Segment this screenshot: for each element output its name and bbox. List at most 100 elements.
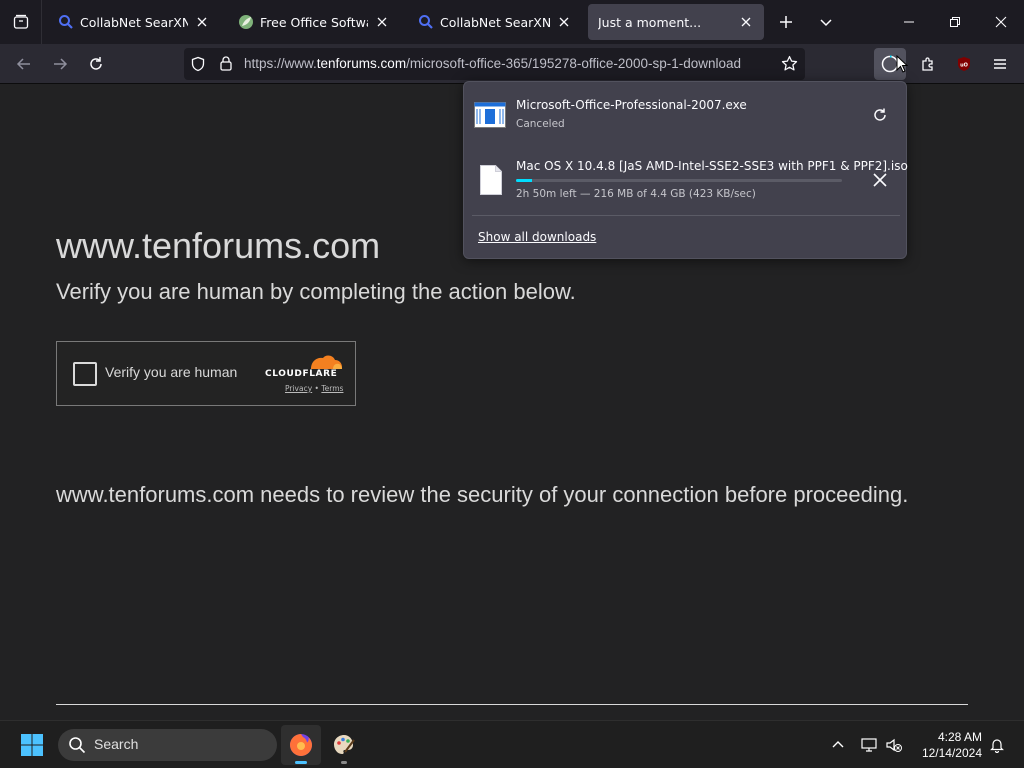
search-icon	[418, 14, 434, 30]
menu-button[interactable]	[984, 48, 1016, 80]
active-app-indicator	[295, 761, 307, 764]
hamburger-menu-icon	[994, 59, 1006, 69]
open-app-indicator	[341, 761, 347, 764]
security-review-message: www.tenforums.com needs to review the se…	[56, 482, 909, 507]
cancel-download-button[interactable]	[864, 164, 896, 196]
list-tabs-button[interactable]	[808, 4, 844, 40]
reload-button[interactable]	[80, 48, 112, 80]
tab-just-a-moment[interactable]: Just a moment...	[588, 4, 764, 40]
verify-instructions: Verify you are human by completing the a…	[56, 279, 576, 304]
taskbar-clock[interactable]: 4:28 AM 12/14/2024	[906, 729, 982, 761]
search-icon	[68, 736, 86, 758]
captcha-label: Verify you are human	[105, 364, 238, 380]
mouse-cursor-icon	[896, 55, 908, 73]
url-path: /microsoft-office-365/195278-office-2000…	[406, 56, 742, 71]
cloudflare-captcha-widget: Verify you are human CLOUDFLARE Privacy …	[56, 341, 356, 406]
windows-logo-icon	[21, 734, 43, 756]
url-bar[interactable]: https://www.tenforums.com/microsoft-offi…	[184, 48, 805, 80]
chevron-up-icon	[832, 741, 844, 748]
download-filename: Mac OS X 10.4.8 [JaS AMD-Intel-SSE2-SSE3…	[516, 159, 908, 173]
ublock-icon: uO	[958, 57, 970, 71]
volume-tray-button[interactable]	[882, 733, 906, 757]
cancel-icon	[873, 173, 887, 187]
paint-palette-icon	[334, 735, 355, 754]
download-progress-bar	[516, 179, 842, 182]
clock-date: 12/14/2024	[921, 746, 982, 760]
url-prefix: https://www.	[244, 56, 317, 71]
shield-icon[interactable]	[190, 56, 206, 76]
retry-icon	[874, 108, 886, 121]
panel-divider	[472, 215, 900, 216]
back-button[interactable]	[8, 48, 40, 80]
verify-checkbox[interactable]	[73, 362, 97, 386]
cloudflare-wordmark: CLOUDFLARE	[265, 369, 338, 379]
network-tray-button[interactable]	[858, 733, 882, 757]
generic-file-icon	[480, 165, 502, 199]
list-all-tabs-button[interactable]	[0, 0, 42, 44]
download-status: Canceled	[516, 118, 565, 130]
speaker-muted-icon	[886, 738, 902, 752]
notifications-button[interactable]	[985, 733, 1009, 757]
exe-file-icon	[474, 102, 506, 132]
tab-searxng-1[interactable]: CollabNet SearXNG	[48, 4, 220, 40]
start-button[interactable]	[12, 725, 52, 765]
bookmark-star-icon[interactable]	[781, 55, 798, 76]
navigation-toolbar: https://www.tenforums.com/microsoft-offi…	[0, 44, 1024, 84]
link-separator: •	[314, 384, 319, 393]
minimize-icon	[904, 21, 914, 23]
privacy-link[interactable]: Privacy	[285, 384, 312, 393]
arrow-right-icon	[54, 58, 68, 70]
lock-icon[interactable]	[218, 55, 234, 75]
close-tab-icon[interactable]	[374, 14, 390, 30]
taskbar-paint[interactable]	[324, 725, 364, 765]
tab-title: CollabNet SearXNG	[80, 14, 188, 30]
restore-button[interactable]	[932, 0, 978, 44]
url-text[interactable]: https://www.tenforums.com/microsoft-offi…	[244, 48, 774, 80]
restore-icon	[950, 17, 960, 27]
taskbar-search[interactable]: Search	[58, 729, 277, 761]
show-hidden-icons-button[interactable]	[826, 733, 850, 757]
tab-manager-icon	[13, 14, 28, 29]
tab-title: Just a moment...	[598, 14, 702, 30]
downloads-panel: Microsoft-Office-Professional-2007.exe C…	[463, 81, 908, 259]
tab-free-office[interactable]: Free Office Software - I	[228, 4, 400, 40]
terms-link[interactable]: Terms	[321, 384, 343, 393]
bell-icon	[990, 739, 1004, 753]
reload-icon	[90, 57, 102, 70]
clock-time: 4:28 AM	[937, 730, 982, 744]
downloads-button[interactable]	[874, 48, 908, 80]
site-title: www.tenforums.com	[56, 225, 381, 266]
display-network-icon	[861, 738, 877, 752]
url-domain: tenforums.com	[316, 56, 407, 71]
windows-taskbar: Search 4:28 AM 12/14/2024	[0, 720, 1024, 768]
download-filename: Microsoft-Office-Professional-2007.exe	[516, 98, 747, 112]
tab-title: CollabNet SearXNG	[440, 14, 550, 30]
firefox-icon	[290, 734, 312, 756]
divider	[56, 704, 968, 705]
ublock-button[interactable]: uO	[948, 48, 980, 80]
forward-button[interactable]	[44, 48, 76, 80]
close-window-button[interactable]	[978, 0, 1024, 44]
new-tab-button[interactable]	[768, 4, 804, 40]
chevron-down-icon	[820, 19, 832, 27]
tab-searxng-2[interactable]: CollabNet SearXNG	[408, 4, 582, 40]
plus-icon	[780, 16, 792, 28]
close-tab-icon[interactable]	[194, 14, 210, 30]
close-tab-icon[interactable]	[556, 14, 572, 30]
minimize-button[interactable]	[886, 0, 932, 44]
close-tab-icon[interactable]	[738, 14, 754, 30]
tab-title: Free Office Software - I	[260, 14, 368, 30]
retry-download-button[interactable]	[864, 99, 896, 131]
download-status: 2h 50m left — 216 MB of 4.4 GB (423 KB/s…	[516, 188, 756, 200]
download-progress-fill	[516, 179, 533, 182]
search-label: Search	[94, 736, 139, 752]
show-all-downloads-button[interactable]: Show all downloads	[478, 230, 596, 244]
arrow-left-icon	[16, 58, 30, 70]
leaf-icon	[238, 14, 254, 30]
close-icon	[995, 16, 1007, 28]
search-icon	[58, 14, 74, 30]
svg-text:uO: uO	[960, 63, 968, 69]
captcha-links: Privacy • Terms	[285, 384, 343, 393]
taskbar-firefox[interactable]	[281, 725, 321, 765]
extensions-button[interactable]	[912, 48, 944, 80]
